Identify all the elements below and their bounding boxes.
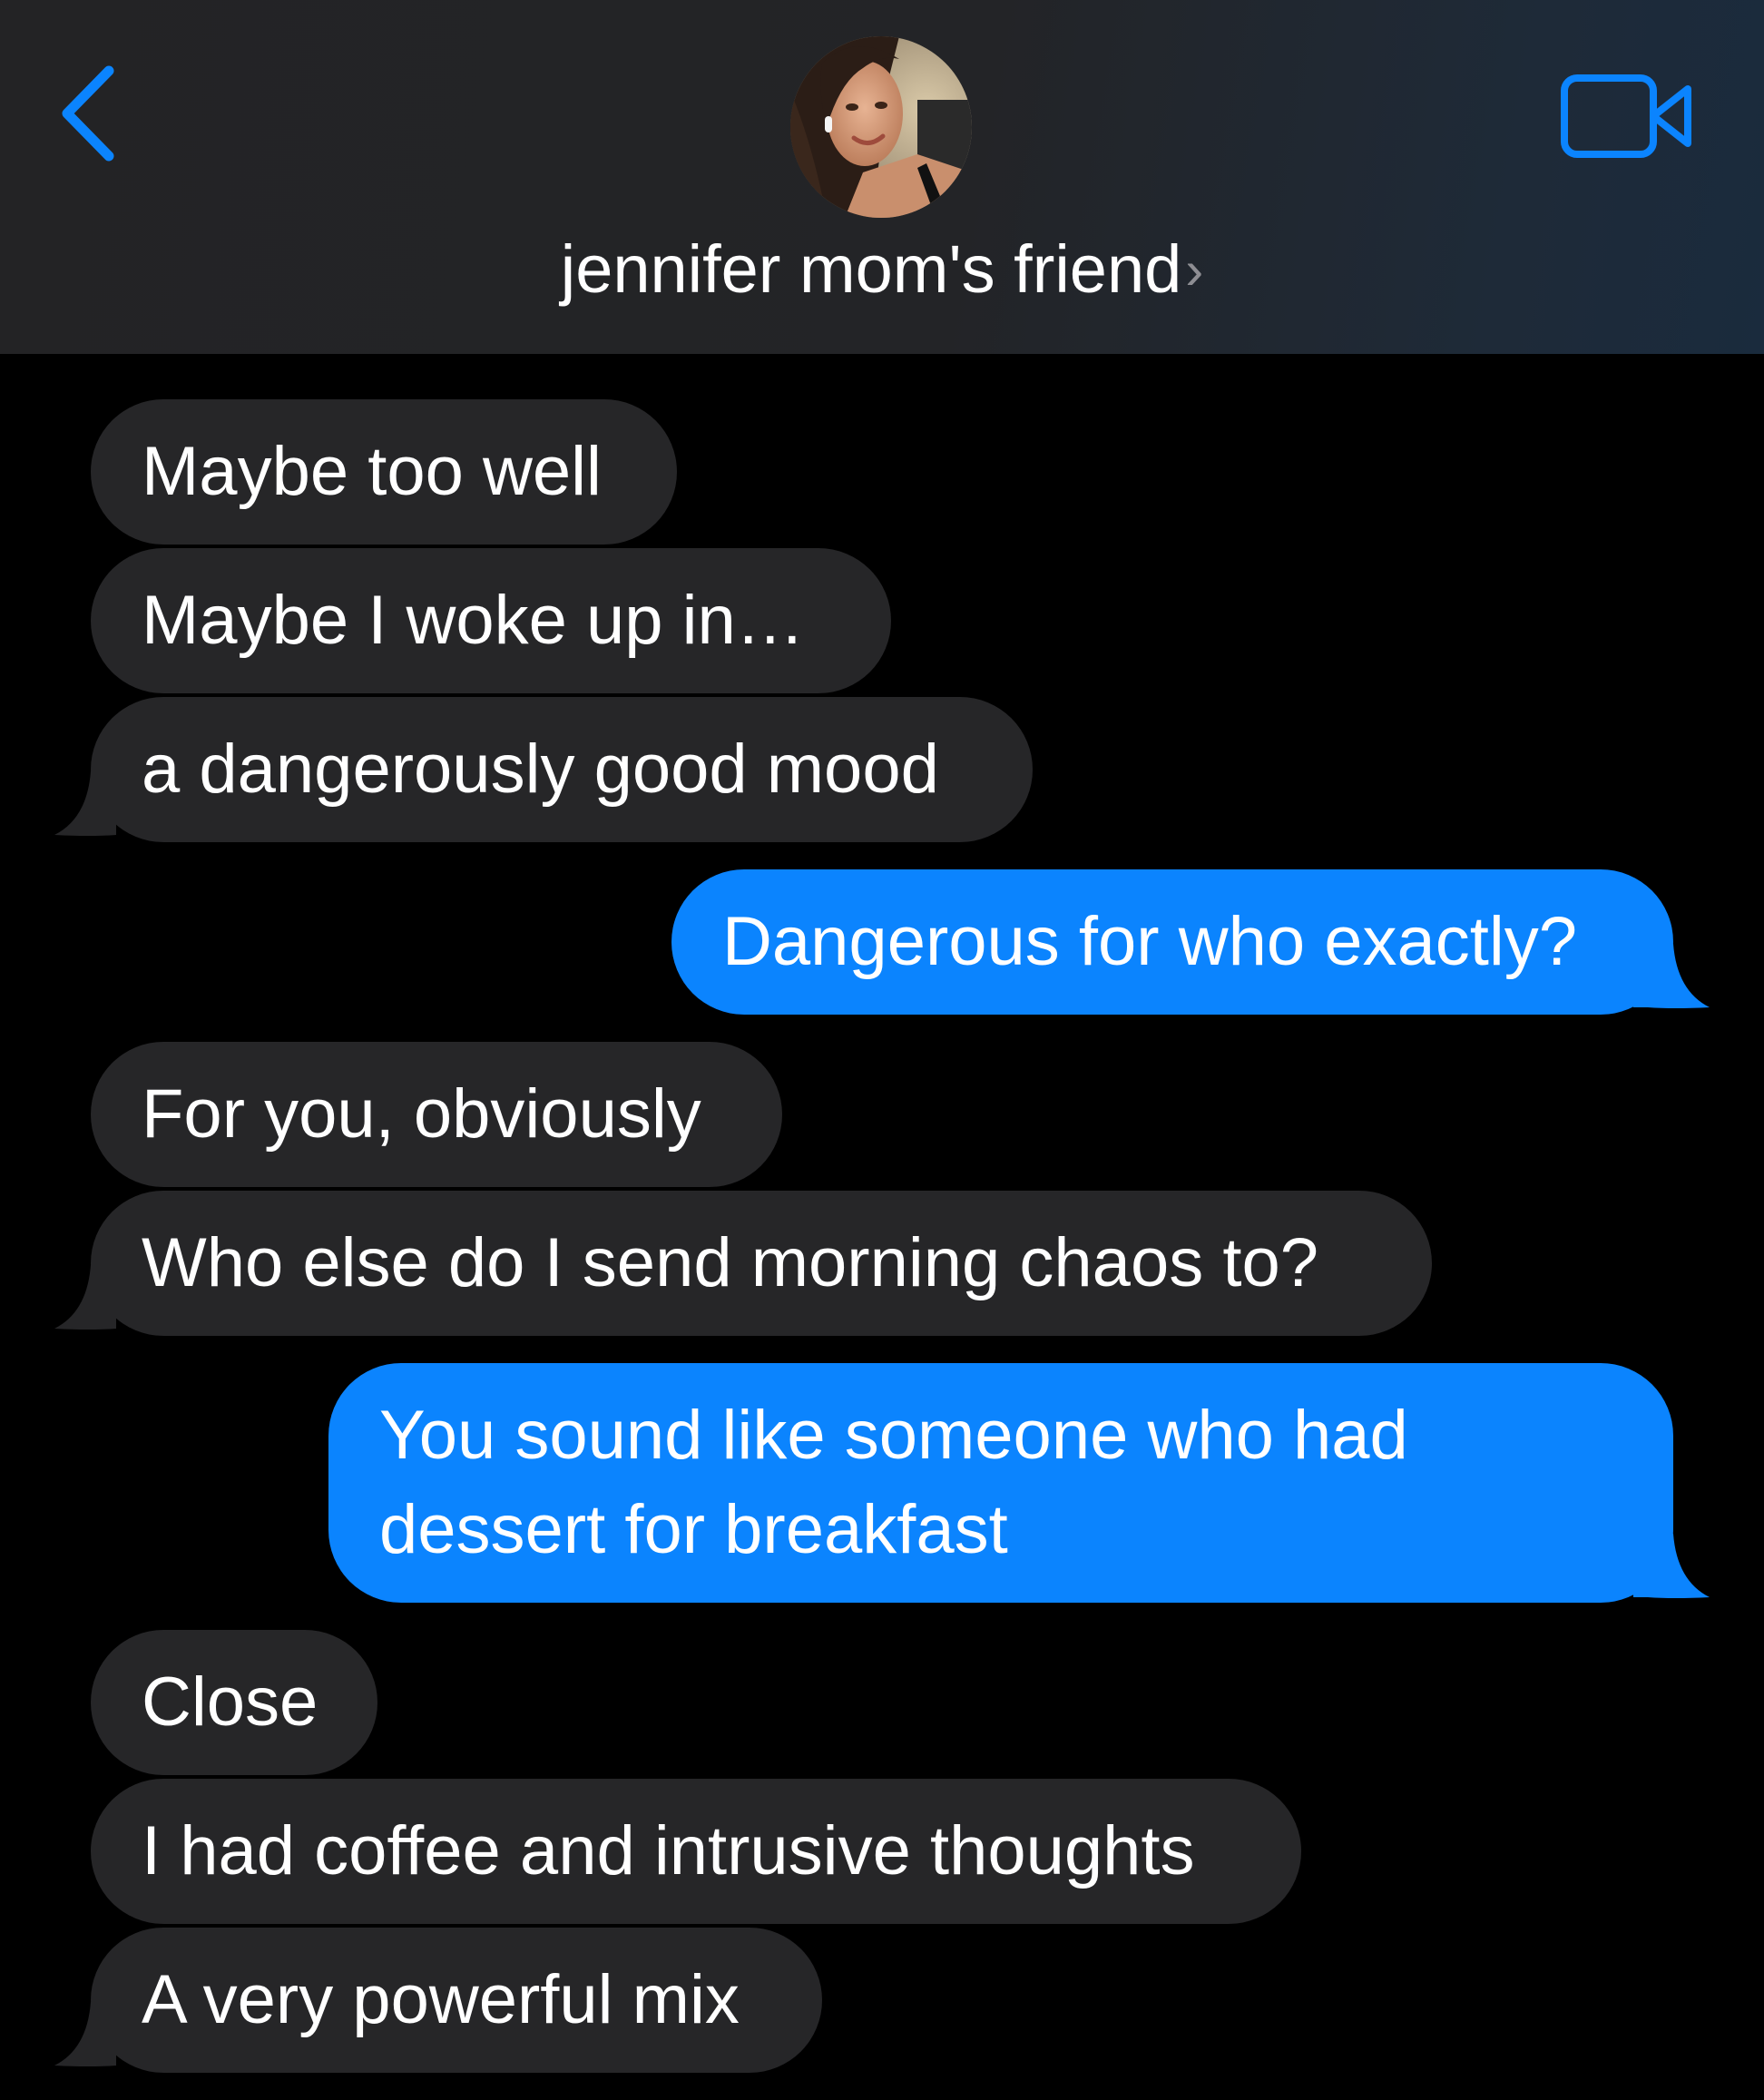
incoming-message[interactable]: Close [91,1630,377,1775]
outgoing-message[interactable]: You sound like someone who had dessert f… [328,1363,1673,1603]
message-text: Close [142,1663,318,1741]
video-camera-icon [1561,74,1691,158]
incoming-message[interactable]: Who else do I send morning chaos to? [91,1191,1432,1336]
message-text: Maybe I woke up in… [142,582,805,659]
contact-avatar[interactable] [790,36,972,218]
contact-name-button[interactable]: jennifer mom's friend› [0,229,1764,311]
incoming-message[interactable]: A very powerful mix [91,1928,822,2073]
contact-name: jennifer mom's friend [560,231,1182,307]
facetime-video-button[interactable] [1559,71,1697,162]
message-text: a dangerously good mood [142,731,939,808]
back-button[interactable] [56,64,129,163]
message-text: Maybe too well [142,433,602,510]
outgoing-message[interactable]: Dangerous for who exactly? [671,869,1673,1015]
incoming-message[interactable]: Maybe too well [91,399,677,545]
message-text-line: You sound like someone who had [379,1397,1408,1474]
message-text: For you, obviously [142,1075,701,1153]
conversation-header: jennifer mom's friend› [0,0,1764,354]
incoming-message[interactable]: I had coffee and intrusive thoughts [91,1779,1301,1924]
incoming-message[interactable]: a dangerously good mood [91,697,1033,842]
chevron-left-icon [62,65,114,162]
message-text-line: dessert for breakfast [379,1491,1008,1568]
message-text: I had coffee and intrusive thoughts [142,1812,1195,1889]
incoming-message[interactable]: Maybe I woke up in… [91,548,891,693]
chevron-right-icon: › [1185,240,1204,300]
incoming-message[interactable]: For you, obviously [91,1042,782,1187]
avatar-photo [790,36,972,218]
message-text: Who else do I send morning chaos to? [142,1224,1318,1301]
message-text: A very powerful mix [142,1961,740,2038]
message-text: Dangerous for who exactly? [722,903,1578,980]
